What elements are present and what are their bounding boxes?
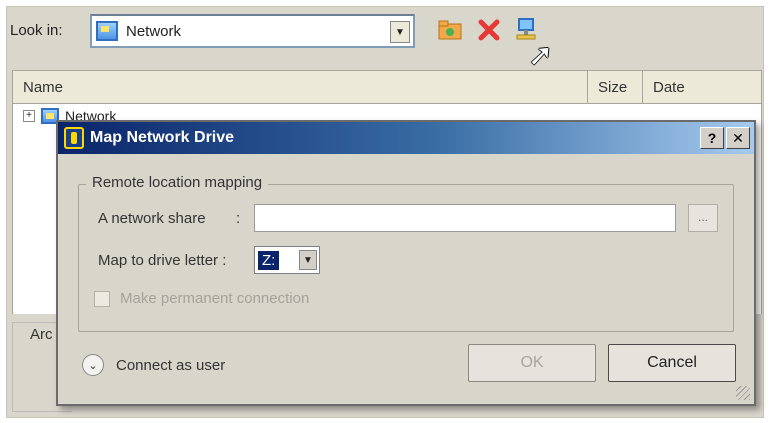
- drive-letter-value: Z:: [258, 250, 280, 270]
- resize-grip-icon[interactable]: [736, 386, 750, 400]
- connect-as-user-toggle[interactable]: ⌄ Connect as user: [82, 354, 225, 376]
- expand-chevron-icon[interactable]: ⌄: [82, 354, 104, 376]
- expand-plus-icon[interactable]: +: [23, 110, 35, 122]
- map-network-drive-dialog: Map Network Drive ? ✕ Remote location ma…: [56, 120, 756, 406]
- mouse-cursor-icon: ➚: [528, 39, 554, 72]
- chevron-down-icon[interactable]: ▼: [390, 21, 410, 43]
- column-header-date[interactable]: Date: [643, 71, 761, 103]
- network-share-separator: :: [236, 210, 241, 227]
- ok-button[interactable]: OK: [468, 344, 596, 382]
- browse-button[interactable]: ...: [688, 204, 718, 232]
- look-in-value: Network: [126, 22, 182, 40]
- permanent-connection-label: Make permanent connection: [120, 290, 310, 307]
- permanent-connection-checkbox[interactable]: [94, 290, 110, 307]
- connect-as-user-label: Connect as user: [116, 356, 226, 374]
- look-in-combo[interactable]: Network ▼: [90, 14, 415, 48]
- column-header-size[interactable]: Size: [588, 71, 643, 103]
- close-button[interactable]: ✕: [726, 127, 750, 149]
- new-folder-icon[interactable]: [436, 16, 464, 44]
- group-title: Remote location mapping: [86, 174, 269, 191]
- network-share-label: A network share: [98, 210, 206, 227]
- network-icon: [96, 21, 118, 41]
- look-in-label: Look in:: [10, 22, 63, 39]
- column-header-name[interactable]: Name: [13, 71, 588, 103]
- dialog-app-icon: [64, 127, 84, 149]
- dialog-title: Map Network Drive: [90, 129, 235, 146]
- file-list-header: Name Size Date: [12, 70, 762, 104]
- permanent-connection-row: Make permanent connection: [94, 290, 309, 307]
- network-share-input[interactable]: [254, 204, 676, 232]
- dialog-titlebar[interactable]: Map Network Drive: [58, 122, 754, 154]
- drive-letter-label: Map to drive letter :: [98, 252, 227, 269]
- help-button[interactable]: ?: [700, 127, 724, 149]
- drive-letter-select[interactable]: Z: ▼: [254, 246, 320, 274]
- chevron-down-icon[interactable]: ▼: [299, 250, 317, 270]
- archive-label: Arc: [30, 326, 53, 343]
- cancel-button[interactable]: Cancel: [608, 344, 736, 382]
- delete-icon[interactable]: [475, 16, 503, 44]
